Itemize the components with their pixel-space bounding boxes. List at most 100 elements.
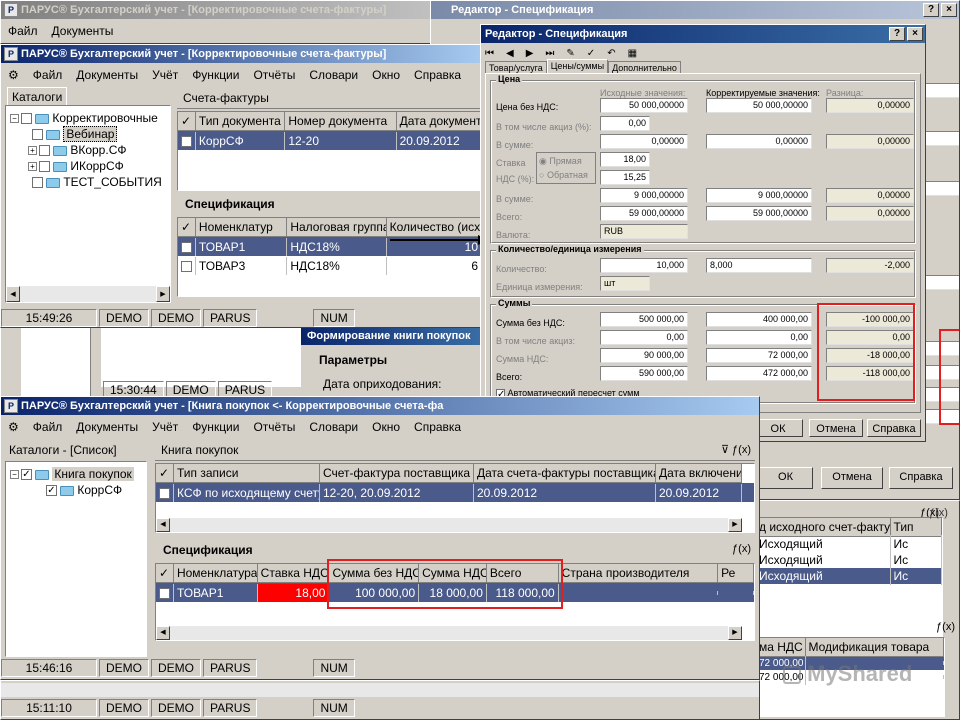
fx-icon[interactable]: ƒ(x): [732, 543, 751, 555]
checkbox[interactable]: [46, 485, 57, 497]
tab-catalogs[interactable]: Каталоги: [7, 87, 67, 105]
tab-catalogs-list[interactable]: Каталоги - [Список]: [9, 443, 117, 457]
fx-icon-3[interactable]: ƒ(x): [936, 621, 955, 633]
col-header[interactable]: Налоговая группа: [287, 218, 387, 237]
total-src-field[interactable]: 59 000,00000: [600, 206, 688, 221]
tab-prices[interactable]: Цены/суммы: [546, 59, 609, 74]
excise-field[interactable]: 0,00: [600, 116, 650, 131]
menu-accounting[interactable]: Учёт: [145, 68, 185, 82]
select-all-checkbox[interactable]: ✓: [156, 564, 174, 583]
checkbox[interactable]: [32, 177, 43, 189]
menu-window[interactable]: Окно: [365, 420, 407, 434]
col-type-header[interactable]: Тип: [890, 517, 942, 537]
scroll-left-icon[interactable]: ◀: [156, 518, 170, 532]
tree-item-vkorr[interactable]: + ВКорр.СФ: [10, 142, 170, 158]
help-title-button[interactable]: ?: [923, 3, 939, 17]
menu-dictionaries[interactable]: Словари: [302, 68, 365, 82]
catalog-tree[interactable]: − Корректировочные Вебинар + ВКорр.СФ + …: [5, 105, 171, 303]
background-window-titlebar[interactable]: P ПАРУС® Бухгалтерский учет - [Корректиро…: [1, 1, 431, 19]
scroll-right-icon[interactable]: ▶: [728, 518, 742, 532]
col-header[interactable]: Тип записи: [174, 464, 320, 483]
table-row[interactable]: Исходящий Ис: [756, 535, 942, 553]
table-row[interactable]: Исходящий Ис: [756, 567, 942, 585]
sum-novat-corr[interactable]: 400 000,00: [706, 312, 812, 327]
tab-purchase-book[interactable]: Книга покупок: [155, 441, 755, 461]
tree-item-korrsf[interactable]: КоррСФ: [10, 482, 146, 498]
checkbox[interactable]: [21, 469, 32, 481]
reverse-radio[interactable]: ○ Обратная: [539, 170, 588, 180]
col-header[interactable]: Номенклатура: [173, 564, 258, 583]
unit-field[interactable]: шт: [600, 276, 650, 291]
select-all-checkbox[interactable]: ✓: [178, 218, 196, 237]
menu-documents[interactable]: Документы: [69, 68, 145, 82]
col-src-header[interactable]: д исходного счет-фактуры: [756, 517, 891, 537]
ok-button[interactable]: ОК: [753, 419, 803, 437]
sum-corr-field[interactable]: 0,00000: [706, 134, 812, 149]
sum-vat-corr[interactable]: 72 000,00: [706, 348, 812, 363]
checkbox[interactable]: [39, 145, 50, 157]
qty-src-field[interactable]: 10,000: [600, 258, 688, 273]
tree-item-purchase-book[interactable]: − Книга покупок: [10, 466, 146, 482]
last-record-icon[interactable]: ⏭: [545, 48, 554, 59]
purchase-book-titlebar[interactable]: P ПАРУС® Бухгалтерский учет - [Книга поку…: [1, 397, 759, 415]
sum-excise-src[interactable]: 0,00: [600, 330, 688, 345]
edit-icon[interactable]: ✎: [566, 48, 574, 59]
sum-src-field[interactable]: 0,00000: [600, 134, 688, 149]
price-src-field[interactable]: 50 000,00000: [600, 98, 688, 113]
main-window-titlebar[interactable]: P ПАРУС® Бухгалтерский учет - [Корректиро…: [1, 45, 481, 63]
background-window[interactable]: P ПАРУС® Бухгалтерский учет - [Корректиро…: [0, 0, 432, 44]
col-header[interactable]: Страна производителя: [558, 564, 719, 583]
menu-help[interactable]: Справка: [407, 420, 468, 434]
ok-button-bg[interactable]: ОК: [758, 467, 813, 489]
tree-item-test[interactable]: ТЕСТ_СОБЫТИЯ: [10, 174, 170, 190]
sum-novat-src[interactable]: 500 000,00: [600, 312, 688, 327]
table-row[interactable]: КоррСФ 12-20 20.09.2012: [178, 131, 481, 150]
vat-field[interactable]: 15,25: [600, 170, 650, 185]
qty-corr-field[interactable]: 8,000: [706, 258, 812, 273]
col-header[interactable]: Номенклатур: [195, 218, 288, 237]
menu-functions[interactable]: Функции: [185, 420, 246, 434]
editor-titlebar[interactable]: Редактор - Спецификация ? ×: [481, 25, 925, 43]
row-checkbox[interactable]: [178, 131, 196, 150]
menu-dictionaries[interactable]: Словари: [302, 420, 365, 434]
table-row[interactable]: КСФ по исходящему счету 12-20, 20.09.2012…: [156, 483, 754, 502]
expand-icon[interactable]: +: [28, 146, 37, 156]
menu-documents[interactable]: Документы: [45, 24, 121, 38]
col-header[interactable]: Номер документа: [285, 112, 397, 131]
next-record-icon[interactable]: ▶: [526, 48, 534, 59]
checkbox[interactable]: [32, 129, 43, 141]
col-header[interactable]: Дата счета-фактуры поставщика: [474, 464, 656, 483]
col-header[interactable]: Дата документ: [396, 112, 481, 131]
select-all-checkbox[interactable]: ✓: [156, 464, 174, 483]
row-checkbox[interactable]: [156, 483, 174, 502]
tree-item-webinar[interactable]: Вебинар: [10, 126, 170, 142]
direct-radio[interactable]: ◉ Прямая: [539, 156, 582, 167]
tree-item-root[interactable]: − Корректировочные: [10, 110, 170, 126]
filter-icon[interactable]: ⊽ ƒ(x): [721, 443, 751, 456]
undo-icon[interactable]: ↶: [607, 48, 615, 59]
checkbox[interactable]: [21, 113, 32, 125]
sum-excise-corr[interactable]: 0,00: [706, 330, 812, 345]
menu-reports[interactable]: Отчёты: [246, 68, 302, 82]
tree-hscroll[interactable]: ◀ ▶: [6, 286, 170, 302]
total-corr-field[interactable]: 59 000,00000: [706, 206, 812, 221]
col-header[interactable]: Ре: [718, 564, 754, 583]
select-all-checkbox[interactable]: ✓: [178, 112, 196, 131]
app-menu-icon[interactable]: ⚙: [1, 420, 26, 434]
purchase-book-window[interactable]: P ПАРУС® Бухгалтерский учет - [Книга поку…: [0, 396, 760, 680]
sum-total-corr[interactable]: 472 000,00: [706, 366, 812, 381]
scroll-right-icon[interactable]: ▶: [156, 286, 170, 302]
menu-functions[interactable]: Функции: [185, 68, 246, 82]
sum-vat-src[interactable]: 90 000,00: [600, 348, 688, 363]
table-row[interactable]: ТОВАР3 НДС18% 6: [178, 256, 481, 275]
currency-field[interactable]: RUB: [600, 224, 688, 239]
spec-hscroll[interactable]: ◀ ▶: [156, 626, 742, 640]
editor-background-titlebar[interactable]: Редактор - Спецификация ? ×: [431, 1, 959, 19]
menu-accounting[interactable]: Учёт: [145, 420, 185, 434]
row-checkbox[interactable]: [178, 256, 196, 275]
col-header[interactable]: Тип документа: [195, 112, 286, 131]
app-menu-icon[interactable]: ⚙: [1, 68, 26, 82]
menu-file[interactable]: Файл: [1, 24, 45, 38]
menu-file[interactable]: Файл: [26, 420, 70, 434]
tab-invoices[interactable]: Счета-фактуры: [177, 87, 481, 109]
